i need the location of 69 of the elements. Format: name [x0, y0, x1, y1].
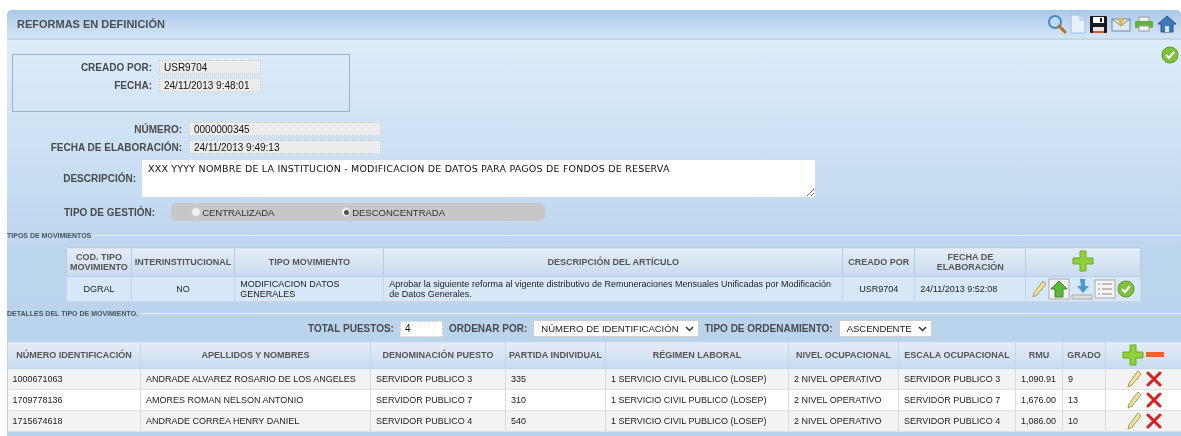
field-label: TIPO DE GESTIÓN: [64, 206, 156, 218]
table-cell: 1715674618 [7, 410, 141, 432]
table-cell: AMORES ROMAN NELSON ANTONIO [140, 389, 371, 411]
field-label: ORDENAR POR: [448, 323, 528, 334]
pencil-icon[interactable] [1125, 370, 1142, 388]
download-icon[interactable] [1071, 278, 1094, 300]
chevron-icon [684, 325, 694, 332]
text-field[interactable]: USR9704 [159, 60, 261, 74]
table-cell: 1709778136 [7, 389, 141, 411]
column-header: RÉGIMEN LABORAL [605, 341, 789, 369]
pencil-icon[interactable] [1125, 412, 1142, 430]
table-cell: NO [131, 276, 235, 302]
field-label: TIPO DE ORDENAMIENTO: [704, 323, 833, 334]
table-cell: Aprobar la siguiente reforma al vigente distributivo de Remuneraciones Mensuales Unificadas por Modificación de Datos Generales. [383, 276, 843, 302]
delete-icon[interactable] [1145, 413, 1162, 429]
table-cell: DGRAL [66, 276, 132, 302]
text-field[interactable]: 0000000345 [189, 122, 381, 136]
field-label: TOTAL PUESTOS: [308, 323, 394, 334]
pencil-icon[interactable] [1125, 391, 1142, 409]
column-header: RMU [1015, 341, 1063, 369]
table-cell: 1000671063 [7, 368, 141, 390]
column-header: ESCALA OCUPACIONAL [898, 341, 1016, 369]
delete-icon[interactable] [1145, 392, 1162, 408]
text-field[interactable]: 24/11/2013 9:48:01 [159, 78, 261, 92]
window-title: REFORMAS EN DEFINICIÓN [17, 18, 165, 30]
column-header: CREADO POR [842, 247, 915, 277]
column-header: NÚMERO IDENTIFICACIÓN [7, 341, 141, 369]
column-header: DENOMINACIÓN PUESTO [370, 341, 506, 369]
radio-label[interactable]: DESCONCENTRADA [352, 206, 446, 218]
order-dropdown[interactable]: ASCENDENTE [838, 320, 932, 337]
printer-icon[interactable] [1134, 16, 1154, 32]
chevron-icon [917, 325, 927, 332]
column-header: TIPO MOVIMIENTO [234, 247, 384, 277]
home-icon[interactable] [1157, 15, 1177, 33]
table-cell: 24/11/2013 9:52:08 [914, 276, 1026, 302]
total-field[interactable]: 4 [399, 320, 443, 337]
field-label: FECHA DE ELABORACIÓN: [49, 141, 182, 153]
sort-dropdown[interactable]: NÚMERO DE IDENTIFICACIÓN [533, 320, 699, 337]
list-icon[interactable] [1094, 279, 1117, 299]
field-label: NÚMERO: [133, 123, 182, 135]
radio-label[interactable]: CENTRALIZADA [202, 206, 275, 218]
upload-icon[interactable] [1048, 278, 1071, 300]
radio-button[interactable] [191, 207, 202, 217]
add-icon[interactable] [1122, 344, 1144, 366]
delete-icon[interactable] [1145, 371, 1162, 387]
column-header: PARTIDA INDIVIDUAL [505, 341, 606, 369]
radio-button[interactable] [341, 207, 352, 217]
pencil-icon[interactable] [1031, 280, 1048, 298]
column-header: GRADO [1062, 341, 1106, 369]
column-header: FECHA DE ELABORACIÓN [914, 247, 1026, 277]
search-icon[interactable] [1047, 14, 1067, 34]
column-header: APELLIDOS Y NOMBRES [140, 341, 371, 369]
remove-icon[interactable] [1145, 351, 1165, 359]
table-cell: ANDRADE ALVAREZ ROSARIO DE LOS ANGELES [140, 368, 371, 390]
table-cell: ANDRADE CORREA HENRY DANIEL [140, 410, 371, 432]
table-cell: MODIFICACION DATOS GENERALES [234, 276, 384, 302]
column-header: NIVEL OCUPACIONAL [788, 341, 899, 369]
check-icon[interactable] [1161, 46, 1179, 64]
column-header: DESCRIPCIÓN DEL ARTÍCULO [383, 247, 843, 277]
field-label: CREADO POR: [79, 61, 152, 73]
add-icon[interactable] [1072, 250, 1095, 272]
field-label: FECHA: [113, 79, 152, 91]
field-label: DESCRIPCIÓN: [62, 173, 136, 184]
text-field[interactable]: 24/11/2013 9:49:13 [189, 140, 381, 154]
check-icon[interactable] [1117, 280, 1136, 298]
save-icon[interactable] [1089, 14, 1108, 34]
description-field[interactable]: XXX YYYY NOMBRE DE LA INSTITUCION - MODIFICACION DE DATOS PARA PAGOS DE FONDOS DE RESERVA [142, 160, 815, 197]
column-header: INTERINSTITUCIONAL [131, 247, 235, 277]
column-header: COD. TIPO MOVIMIENTO [66, 247, 132, 277]
